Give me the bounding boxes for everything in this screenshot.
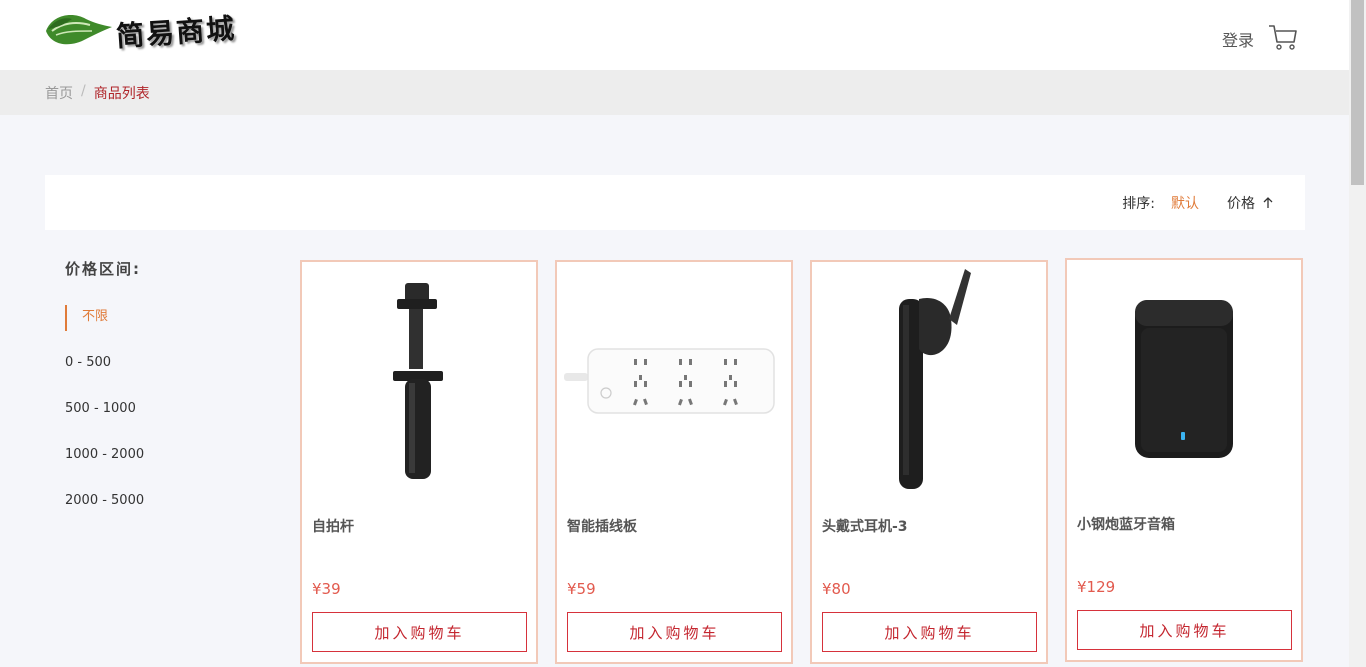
power-strip-icon [564, 348, 775, 414]
product-price: ¥80 [822, 580, 851, 598]
breadcrumb-separator: / [81, 83, 86, 99]
product-price: ¥39 [312, 580, 341, 598]
sort-default-option[interactable]: 默认 [1171, 193, 1199, 213]
breadcrumb: 首页 / 商品列表 [45, 83, 150, 103]
product-name[interactable]: 智能插线板 [567, 516, 637, 536]
vertical-scrollbar[interactable] [1349, 0, 1366, 667]
product-name[interactable]: 自拍杆 [312, 516, 354, 536]
product-price: ¥129 [1077, 578, 1116, 596]
add-to-cart-button[interactable]: 加入购物车 [567, 612, 782, 652]
sort-bar: 排序: 默认 价格 [45, 175, 1305, 230]
selfie-stick-icon [393, 283, 443, 479]
price-filter-option-500-1000[interactable]: 500 - 1000 [65, 397, 144, 443]
breadcrumb-bar: 首页 / 商品列表 [0, 70, 1349, 115]
price-filter-option-1000-2000[interactable]: 1000 - 2000 [65, 443, 144, 489]
product-name[interactable]: 小钢炮蓝牙音箱 [1077, 514, 1175, 534]
sort-price-label: 价格 [1227, 196, 1255, 212]
breadcrumb-current: 商品列表 [93, 86, 150, 102]
shopping-cart-icon[interactable] [1268, 23, 1298, 51]
product-card[interactable]: 头戴式耳机-3 ¥80 加入购物车 [810, 260, 1048, 664]
product-price: ¥59 [567, 580, 596, 598]
price-filter-option-unlimited[interactable]: 不限 [65, 305, 144, 331]
product-image[interactable] [812, 262, 1046, 500]
logo[interactable]: 简易商城 [42, 6, 242, 56]
product-image[interactable] [302, 262, 536, 500]
product-name[interactable]: 头戴式耳机-3 [822, 516, 908, 536]
price-filter-title: 价格区间: [65, 260, 141, 278]
price-filter-option-0-500[interactable]: 0 - 500 [65, 351, 144, 397]
login-link[interactable]: 登录 [1222, 27, 1254, 51]
price-filter-list: 不限 0 - 500 500 - 1000 1000 - 2000 2000 -… [65, 305, 144, 535]
logo-text: 简易商城 [115, 11, 238, 54]
product-card[interactable]: 智能插线板 ¥59 加入购物车 [555, 260, 793, 664]
add-to-cart-button[interactable]: 加入购物车 [822, 612, 1037, 652]
sort-label: 排序: [1122, 196, 1155, 212]
sort-price-option[interactable]: 价格 [1227, 193, 1273, 213]
product-image[interactable] [557, 262, 791, 500]
breadcrumb-home-link[interactable]: 首页 [45, 83, 73, 103]
product-card[interactable]: 小钢炮蓝牙音箱 ¥129 加入购物车 [1065, 258, 1303, 662]
add-to-cart-button[interactable]: 加入购物车 [312, 612, 527, 652]
header: 简易商城 登录 [0, 0, 1349, 70]
bluetooth-earpiece-icon [899, 269, 971, 489]
arrow-up-icon [1263, 197, 1273, 208]
cabbage-leaf-icon [46, 15, 112, 45]
scrollbar-thumb[interactable] [1351, 0, 1364, 185]
sort-controls: 排序: 默认 价格 [1122, 193, 1273, 213]
price-filter-option-2000-5000[interactable]: 2000 - 5000 [65, 489, 144, 535]
price-filter: 价格区间: 不限 0 - 500 500 - 1000 1000 - 2000 … [65, 258, 144, 535]
product-card[interactable]: 自拍杆 ¥39 加入购物车 [300, 260, 538, 664]
product-image[interactable] [1067, 260, 1301, 498]
bluetooth-speaker-icon [1135, 300, 1233, 458]
add-to-cart-button[interactable]: 加入购物车 [1077, 610, 1292, 650]
